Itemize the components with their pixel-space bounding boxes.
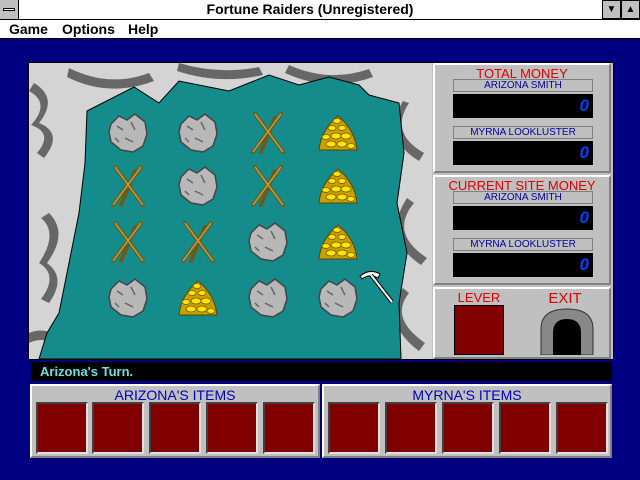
total-money-player-2-value: 0 xyxy=(453,141,593,165)
total-money-panel: TOTAL MONEY ARIZONA SMITH 0 MYRNA LOOKLU… xyxy=(433,63,611,173)
arizona-item-slot[interactable] xyxy=(263,402,315,454)
myrna-item-slot[interactable] xyxy=(328,402,380,454)
exit-label: EXIT xyxy=(548,290,582,307)
pickaxe-cursor-icon xyxy=(359,270,394,304)
arizona-item-slot[interactable] xyxy=(36,402,88,454)
site-money-player-1-name: ARIZONA SMITH xyxy=(453,191,593,204)
gold-pile-icon[interactable] xyxy=(315,163,365,213)
cave-walls xyxy=(29,63,432,359)
arizona-item-slot[interactable] xyxy=(92,402,144,454)
controls-panel: LEVER EXIT xyxy=(433,287,611,359)
gold-pile-icon[interactable] xyxy=(315,219,365,269)
rock-icon[interactable] xyxy=(105,110,155,160)
site-money-panel: CURRENT SITE MONEY ARIZONA SMITH 0 MYRNA… xyxy=(433,175,611,285)
menu-bar: Game Options Help xyxy=(0,20,640,39)
maximize-button[interactable]: ▲ xyxy=(621,0,640,19)
arizona-items-heading: ARIZONA'S ITEMS xyxy=(114,387,236,403)
total-money-player-2-name: MYRNA LOOKLUSTER xyxy=(453,126,593,139)
pickaxe-bundle-icon[interactable] xyxy=(245,163,295,213)
rock-icon[interactable] xyxy=(175,110,225,160)
lever-label: LEVER xyxy=(457,290,501,305)
rock-icon[interactable] xyxy=(245,275,295,325)
lever-button[interactable] xyxy=(454,305,504,355)
pickaxe-bundle-icon[interactable] xyxy=(105,219,155,269)
rock-icon[interactable] xyxy=(105,275,155,325)
minimize-arrow-icon: ▼ xyxy=(606,4,617,15)
myrna-items-heading: MYRNA'S ITEMS xyxy=(412,387,522,403)
pickaxe-bundle-icon[interactable] xyxy=(175,219,225,269)
site-money-player-1-value: 0 xyxy=(453,206,593,230)
total-money-player-1-name: ARIZONA SMITH xyxy=(453,79,593,92)
system-menu-button[interactable] xyxy=(0,0,19,19)
arizona-items-panel: ARIZONA'S ITEMS xyxy=(30,384,320,458)
myrna-item-slot[interactable] xyxy=(556,402,608,454)
myrna-item-slot[interactable] xyxy=(442,402,494,454)
menu-options[interactable]: Options xyxy=(62,20,115,38)
pickaxe-bundle-icon[interactable] xyxy=(245,110,295,160)
gold-pile-icon[interactable] xyxy=(315,110,365,160)
myrna-items-panel: MYRNA'S ITEMS xyxy=(322,384,612,458)
myrna-item-slot[interactable] xyxy=(499,402,551,454)
rock-icon[interactable] xyxy=(245,219,295,269)
exit-tunnel-icon[interactable] xyxy=(539,307,595,355)
dash-icon xyxy=(3,8,15,11)
menu-help[interactable]: Help xyxy=(128,20,158,38)
gold-pile-icon[interactable] xyxy=(175,275,225,325)
arizona-item-slot[interactable] xyxy=(149,402,201,454)
myrna-item-slot[interactable] xyxy=(385,402,437,454)
pickaxe-bundle-icon[interactable] xyxy=(105,163,155,213)
total-money-player-1-value: 0 xyxy=(453,94,593,118)
title-bar: Fortune Raiders (Unregistered) ▼ ▲ xyxy=(0,0,640,20)
menu-game[interactable]: Game xyxy=(9,20,48,38)
arizona-item-slot[interactable] xyxy=(206,402,258,454)
status-message: Arizona's Turn. xyxy=(31,362,612,381)
rock-icon[interactable] xyxy=(175,163,225,213)
window-title: Fortune Raiders (Unregistered) xyxy=(206,1,414,17)
cave-board xyxy=(29,63,432,359)
site-money-player-2-value: 0 xyxy=(453,253,593,277)
site-money-player-2-name: MYRNA LOOKLUSTER xyxy=(453,238,593,251)
maximize-arrow-icon: ▲ xyxy=(625,4,636,15)
minimize-button[interactable]: ▼ xyxy=(602,0,621,19)
